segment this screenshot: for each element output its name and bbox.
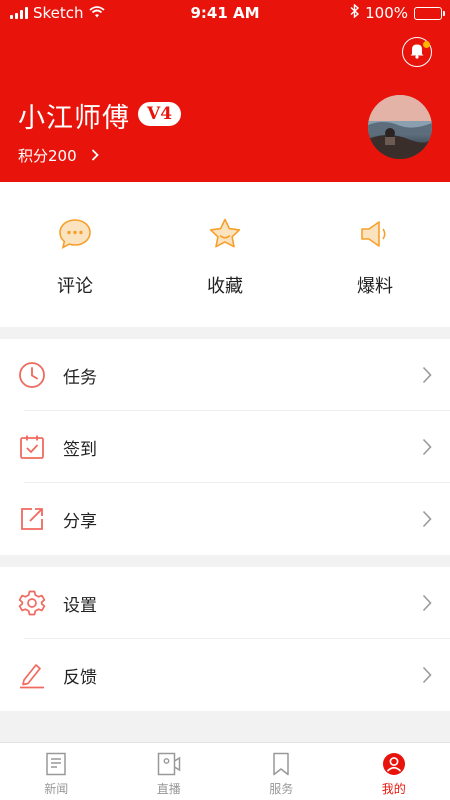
user-icon [381, 751, 407, 777]
menu-group-1: 任务 签到 分享 [0, 339, 450, 555]
tab-services[interactable]: 服务 [225, 743, 338, 800]
menu-item-settings[interactable]: 设置 [0, 567, 450, 639]
pencil-icon [18, 661, 46, 689]
notification-button[interactable] [402, 37, 432, 67]
points-link[interactable]: 积分200 [18, 145, 99, 166]
menu-item-tasks[interactable]: 任务 [0, 339, 450, 411]
quick-action-report[interactable]: 爆料 [300, 182, 450, 327]
news-icon [43, 751, 69, 777]
menu-item-checkin[interactable]: 签到 [0, 411, 450, 483]
video-icon [156, 751, 182, 777]
menu-item-label: 任务 [63, 368, 97, 388]
tab-live[interactable]: 直播 [113, 743, 226, 800]
menu-item-label: 签到 [63, 440, 97, 460]
user-name: 小江师傅 [18, 103, 130, 134]
tab-label: 直播 [156, 782, 181, 796]
chevron-right-icon [422, 666, 432, 688]
tab-label: 服务 [269, 782, 294, 796]
calendar-check-icon [18, 433, 46, 461]
menu-group-2: 设置 反馈 [0, 567, 450, 711]
gear-icon [18, 589, 46, 617]
menu-item-label: 反馈 [63, 668, 97, 688]
points-text: 积分200 [18, 147, 77, 165]
tab-bar: 新闻 直播 服务 我的 [0, 742, 450, 800]
battery-percent: 100% [365, 4, 408, 22]
quick-action-label: 收藏 [207, 276, 243, 297]
tab-news[interactable]: 新闻 [0, 743, 113, 800]
clock-icon [18, 361, 46, 389]
tab-mine[interactable]: 我的 [338, 743, 450, 800]
status-bar: Sketch 9:41 AM 100% [0, 0, 450, 26]
star-icon [205, 214, 245, 254]
quick-action-comment[interactable]: 评论 [0, 182, 150, 327]
quick-actions: 评论 收藏 爆料 [0, 182, 450, 327]
chevron-right-icon [91, 147, 99, 165]
quick-action-label: 评论 [57, 276, 93, 297]
chevron-right-icon [422, 438, 432, 460]
chevron-right-icon [422, 510, 432, 532]
tab-label: 我的 [381, 782, 406, 796]
chevron-right-icon [422, 594, 432, 616]
share-icon [18, 505, 46, 533]
level-badge: V4 [138, 102, 182, 126]
tab-label: 新闻 [44, 782, 69, 796]
bookmark-icon [268, 751, 294, 777]
avatar[interactable] [368, 95, 432, 159]
menu-item-feedback[interactable]: 反馈 [0, 639, 450, 711]
notification-dot [423, 41, 430, 48]
profile-header: Sketch 9:41 AM 100% 小江师傅 V4 积分200 [0, 0, 450, 182]
menu-item-share[interactable]: 分享 [0, 483, 450, 555]
bluetooth-icon [350, 3, 360, 22]
battery-icon [414, 6, 445, 20]
quick-action-label: 爆料 [357, 276, 393, 297]
menu-item-label: 分享 [63, 512, 97, 532]
comment-icon [55, 214, 95, 254]
menu-item-label: 设置 [63, 596, 97, 616]
quick-action-favorites[interactable]: 收藏 [150, 182, 300, 327]
chevron-right-icon [422, 366, 432, 388]
megaphone-icon [355, 214, 395, 254]
